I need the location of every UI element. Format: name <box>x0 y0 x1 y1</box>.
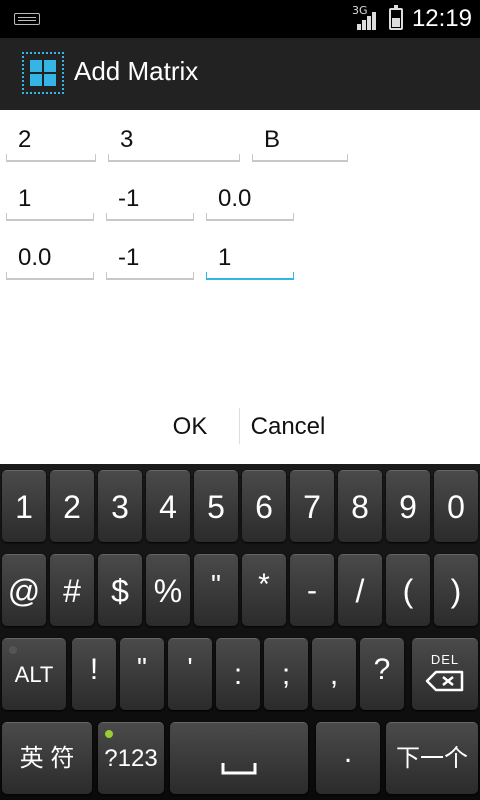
key-label: , <box>329 658 339 691</box>
key-at[interactable]: @ <box>2 554 46 626</box>
key-percent[interactable]: % <box>146 554 190 626</box>
cell-r1-c1-input[interactable]: 1 <box>6 177 94 221</box>
key-9[interactable]: 9 <box>386 470 430 542</box>
matrix-form: 2 3 B 1 -1 0.0 0.0 -1 1 OK Cancel <box>0 110 480 464</box>
key-7[interactable]: 7 <box>290 470 334 542</box>
key-4[interactable]: 4 <box>146 470 190 542</box>
key-numeric-mode[interactable]: ?123 <box>98 722 164 794</box>
key-question[interactable]: ? <box>360 638 404 710</box>
key-label: . <box>343 736 353 769</box>
key-label: / <box>355 573 365 609</box>
key-minus[interactable]: - <box>290 554 334 626</box>
key-semicolon[interactable]: ; <box>264 638 308 710</box>
signal-icon <box>357 12 379 30</box>
key-label: 0 <box>447 489 465 525</box>
key-label: # <box>63 573 81 609</box>
key-label: 9 <box>399 489 417 525</box>
key-label: " <box>211 569 221 600</box>
key-label: ' <box>187 652 193 683</box>
status-bar: 3G 12:19 <box>0 0 480 38</box>
mode-indicator-icon <box>105 730 113 738</box>
key-comma[interactable]: , <box>312 638 356 710</box>
backspace-icon <box>425 670 464 692</box>
cell-r1-c3-input[interactable]: 0.0 <box>206 177 294 221</box>
page-title: Add Matrix <box>74 56 199 86</box>
key-label: ? <box>373 653 391 686</box>
cell-r1-c2-input[interactable]: -1 <box>106 177 194 221</box>
key-slash[interactable]: / <box>338 554 382 626</box>
ok-button[interactable]: OK <box>140 402 240 452</box>
key-apostrophe[interactable]: ' <box>168 638 212 710</box>
key-label: DEL <box>430 652 460 667</box>
key-label: 4 <box>159 489 177 525</box>
key-hash[interactable]: # <box>50 554 94 626</box>
app-icon <box>22 52 64 94</box>
key-label: " <box>137 652 147 683</box>
key-label: 2 <box>63 489 81 525</box>
key-3[interactable]: 3 <box>98 470 142 542</box>
key-alt[interactable]: ALT <box>2 638 66 710</box>
matrix-rows-input[interactable]: 2 <box>6 118 96 162</box>
key-delete[interactable]: DEL <box>412 638 478 710</box>
key-label: 6 <box>255 489 273 525</box>
key-label: 5 <box>207 489 225 525</box>
key-label: 7 <box>303 489 321 525</box>
key-label: ( <box>402 573 414 609</box>
matrix-name-input[interactable]: B <box>252 118 348 162</box>
space-icon <box>221 763 257 775</box>
key-5[interactable]: 5 <box>194 470 238 542</box>
title-bar: Add Matrix <box>0 38 480 112</box>
key-label: : <box>233 658 243 691</box>
clock: 12:19 <box>411 5 472 32</box>
key-label: 3 <box>111 489 129 525</box>
soft-keyboard: 1 2 3 4 5 6 7 8 9 0 @ # $ % " * - / ( ) … <box>0 464 480 800</box>
key-exclamation[interactable]: ! <box>72 638 116 710</box>
key-double-quote[interactable]: " <box>120 638 164 710</box>
key-label: ! <box>89 653 99 686</box>
key-6[interactable]: 6 <box>242 470 286 542</box>
key-2[interactable]: 2 <box>50 470 94 542</box>
key-dollar[interactable]: $ <box>98 554 142 626</box>
key-right-paren[interactable]: ) <box>434 554 478 626</box>
key-label: % <box>153 573 183 609</box>
key-colon[interactable]: : <box>216 638 260 710</box>
key-left-paren[interactable]: ( <box>386 554 430 626</box>
matrix-cols-input[interactable]: 3 <box>108 118 240 162</box>
cell-r2-c2-input[interactable]: -1 <box>106 236 194 280</box>
key-quote[interactable]: " <box>194 554 238 626</box>
cell-r2-c1-input[interactable]: 0.0 <box>6 236 94 280</box>
key-period[interactable]: . <box>316 722 380 794</box>
key-0[interactable]: 0 <box>434 470 478 542</box>
key-next[interactable]: 下一个 <box>386 722 478 794</box>
key-chinese-symbol[interactable]: 英 符 <box>2 722 92 794</box>
key-label: * <box>258 568 270 601</box>
alt-indicator-icon <box>9 646 17 654</box>
key-asterisk[interactable]: * <box>242 554 286 626</box>
key-label: 英 符 <box>19 745 75 772</box>
key-space[interactable] <box>170 722 308 794</box>
key-label: @ <box>7 573 41 609</box>
key-1[interactable]: 1 <box>2 470 46 542</box>
keyboard-icon <box>14 13 40 25</box>
key-8[interactable]: 8 <box>338 470 382 542</box>
key-label: $ <box>111 573 129 609</box>
key-label: ) <box>450 573 462 609</box>
key-label: 8 <box>351 489 369 525</box>
key-label: 1 <box>15 489 33 525</box>
key-label: ; <box>281 658 291 691</box>
cancel-button[interactable]: Cancel <box>244 402 332 452</box>
button-divider <box>239 408 240 444</box>
battery-icon <box>389 5 403 30</box>
cell-r2-c3-input[interactable]: 1 <box>206 236 294 280</box>
key-label: 下一个 <box>396 745 468 772</box>
key-label: - <box>307 574 317 607</box>
